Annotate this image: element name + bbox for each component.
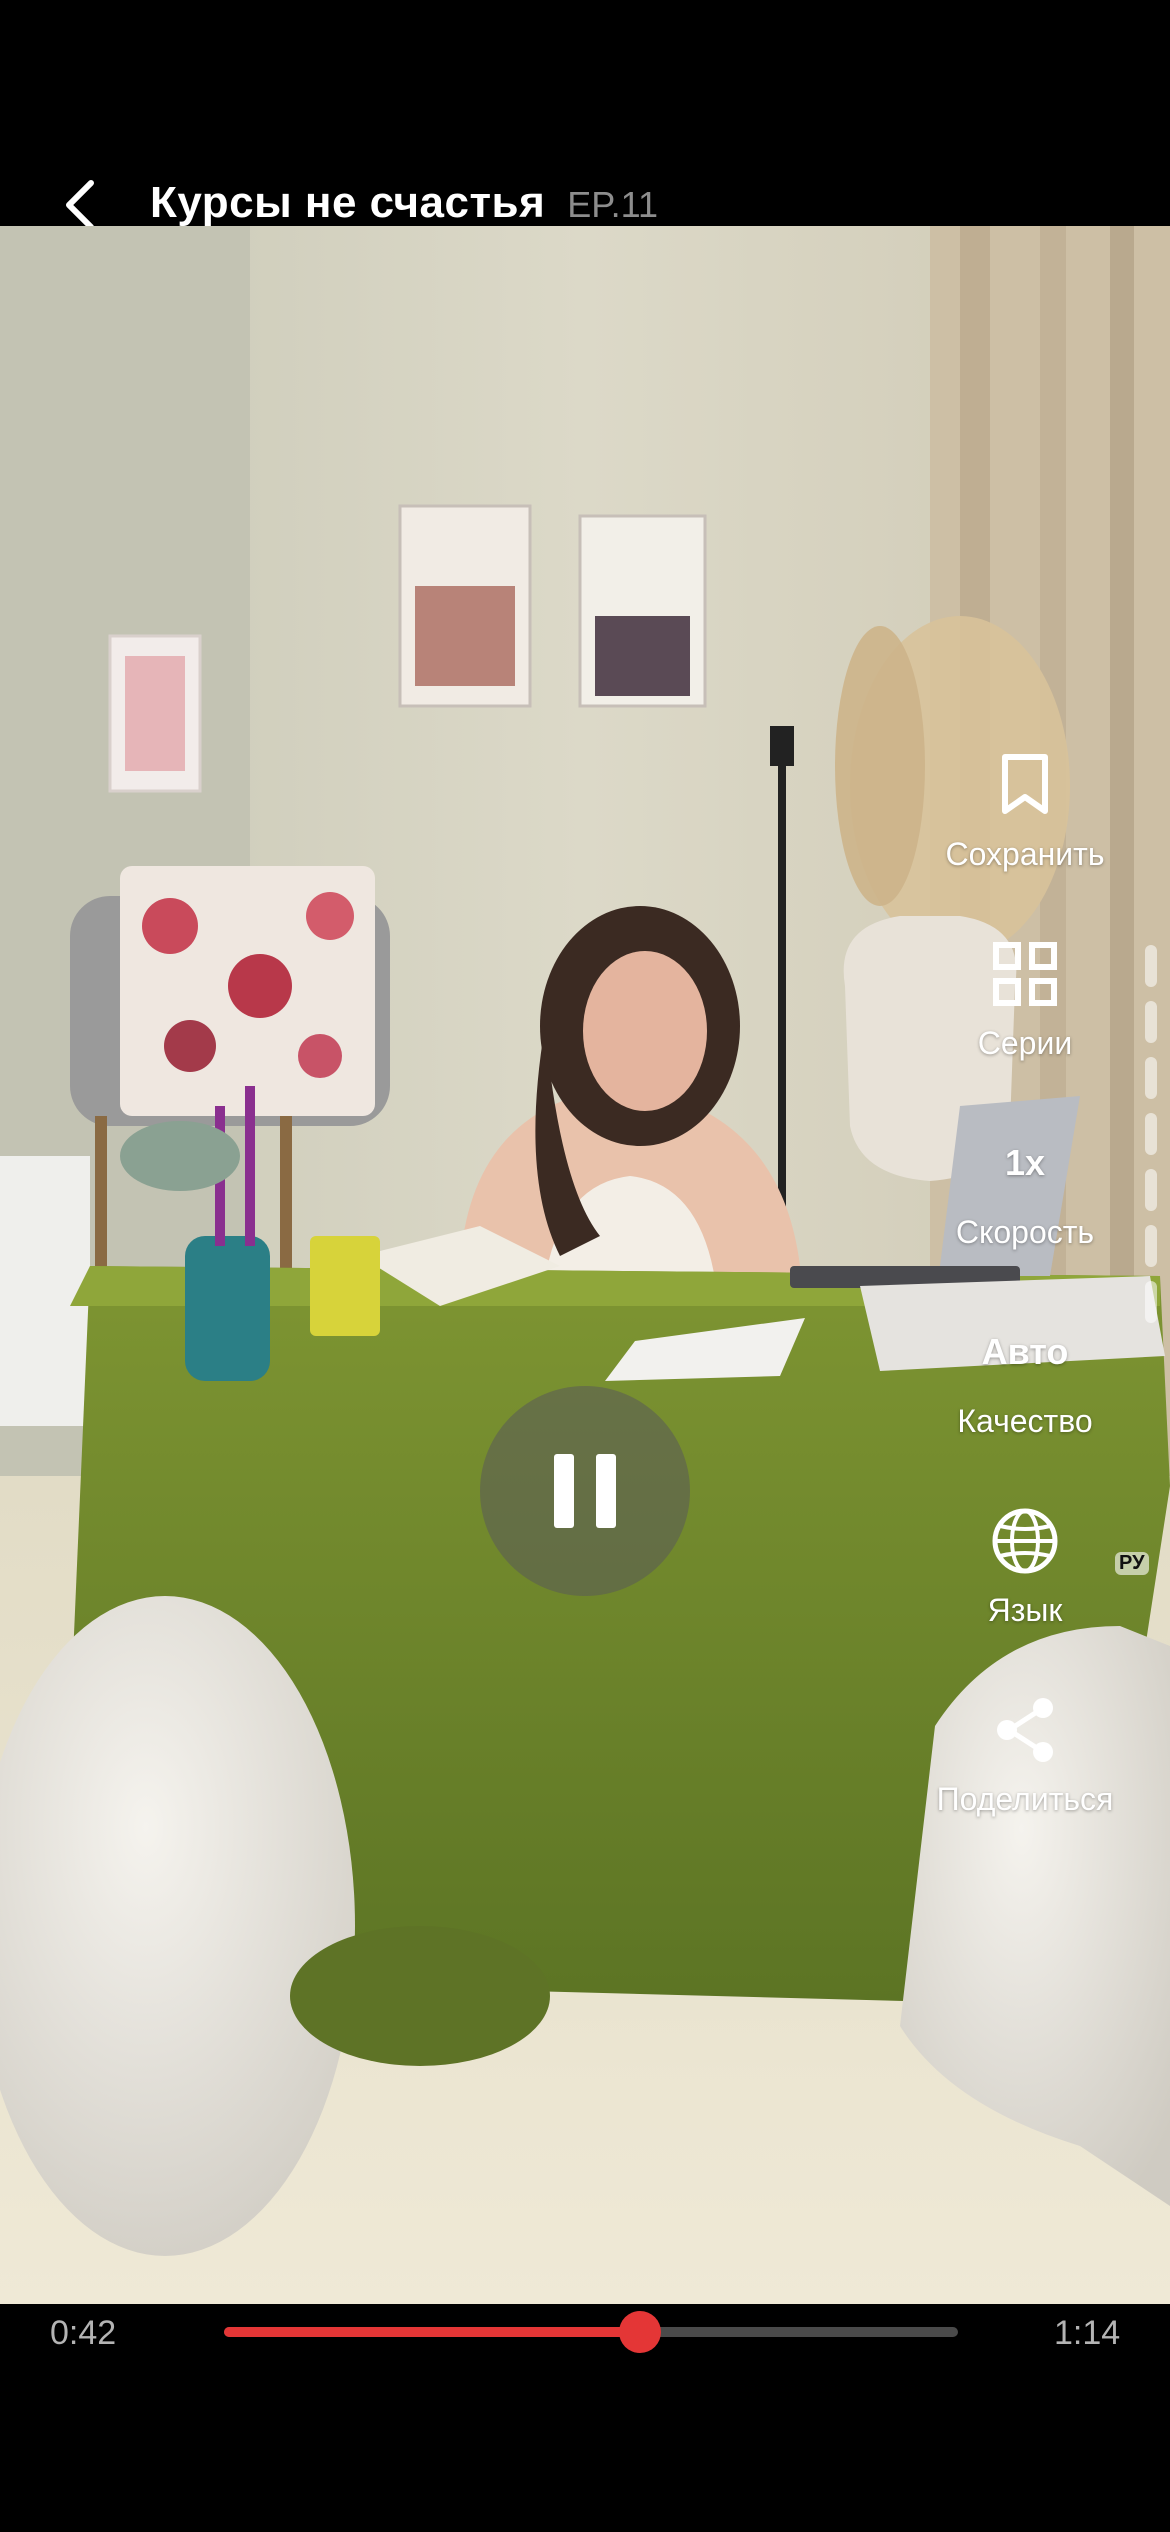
language-label: Язык <box>987 1592 1063 1628</box>
current-time: 0:42 <box>50 2314 117 2352</box>
playback-bar <box>0 2304 1170 2532</box>
progress-track[interactable] <box>224 2311 958 2353</box>
quality-label: Качество <box>957 1403 1093 1439</box>
top-bar: Курсы не счастья EP.11 <box>0 0 1170 230</box>
save-button[interactable]: Сохранить <box>910 740 1140 910</box>
share-button[interactable]: Поделиться <box>910 1685 1140 1855</box>
save-label: Сохранить <box>945 836 1105 872</box>
grid-icon <box>993 942 1057 1006</box>
pause-icon-bar-right <box>596 1454 616 1528</box>
series-title: Курсы не счастья <box>150 178 546 227</box>
language-button[interactable]: РУ Язык <box>910 1496 1149 1666</box>
speed-button[interactable]: 1x Скорость <box>910 1118 1140 1288</box>
speed-value: 1x <box>1004 1142 1046 1183</box>
language-badge: РУ <box>1115 1552 1149 1575</box>
quality-value: Авто <box>981 1331 1069 1372</box>
episodes-button[interactable]: Серии <box>910 929 1140 1099</box>
chevron-left-icon <box>66 180 94 230</box>
speed-label: Скорость <box>955 1214 1095 1250</box>
seek-thumb[interactable] <box>619 2311 662 2353</box>
duration-time: 1:14 <box>1054 2314 1121 2352</box>
episode-number: EP.11 <box>567 184 659 225</box>
bookmark-icon <box>1002 754 1048 814</box>
episodes-label: Серии <box>977 1025 1073 1061</box>
title-group: Курсы не счастья EP.11 <box>150 178 658 228</box>
globe-icon <box>992 1508 1058 1574</box>
quality-button[interactable]: Авто Качество <box>910 1307 1140 1477</box>
pause-icon-bar-left <box>554 1454 574 1528</box>
episode-scroll-indicator <box>1145 945 1159 1337</box>
pause-button[interactable] <box>480 1386 690 1596</box>
share-icon <box>997 1698 1053 1762</box>
progress-fill <box>224 2327 641 2337</box>
share-label: Поделиться <box>936 1781 1114 1817</box>
